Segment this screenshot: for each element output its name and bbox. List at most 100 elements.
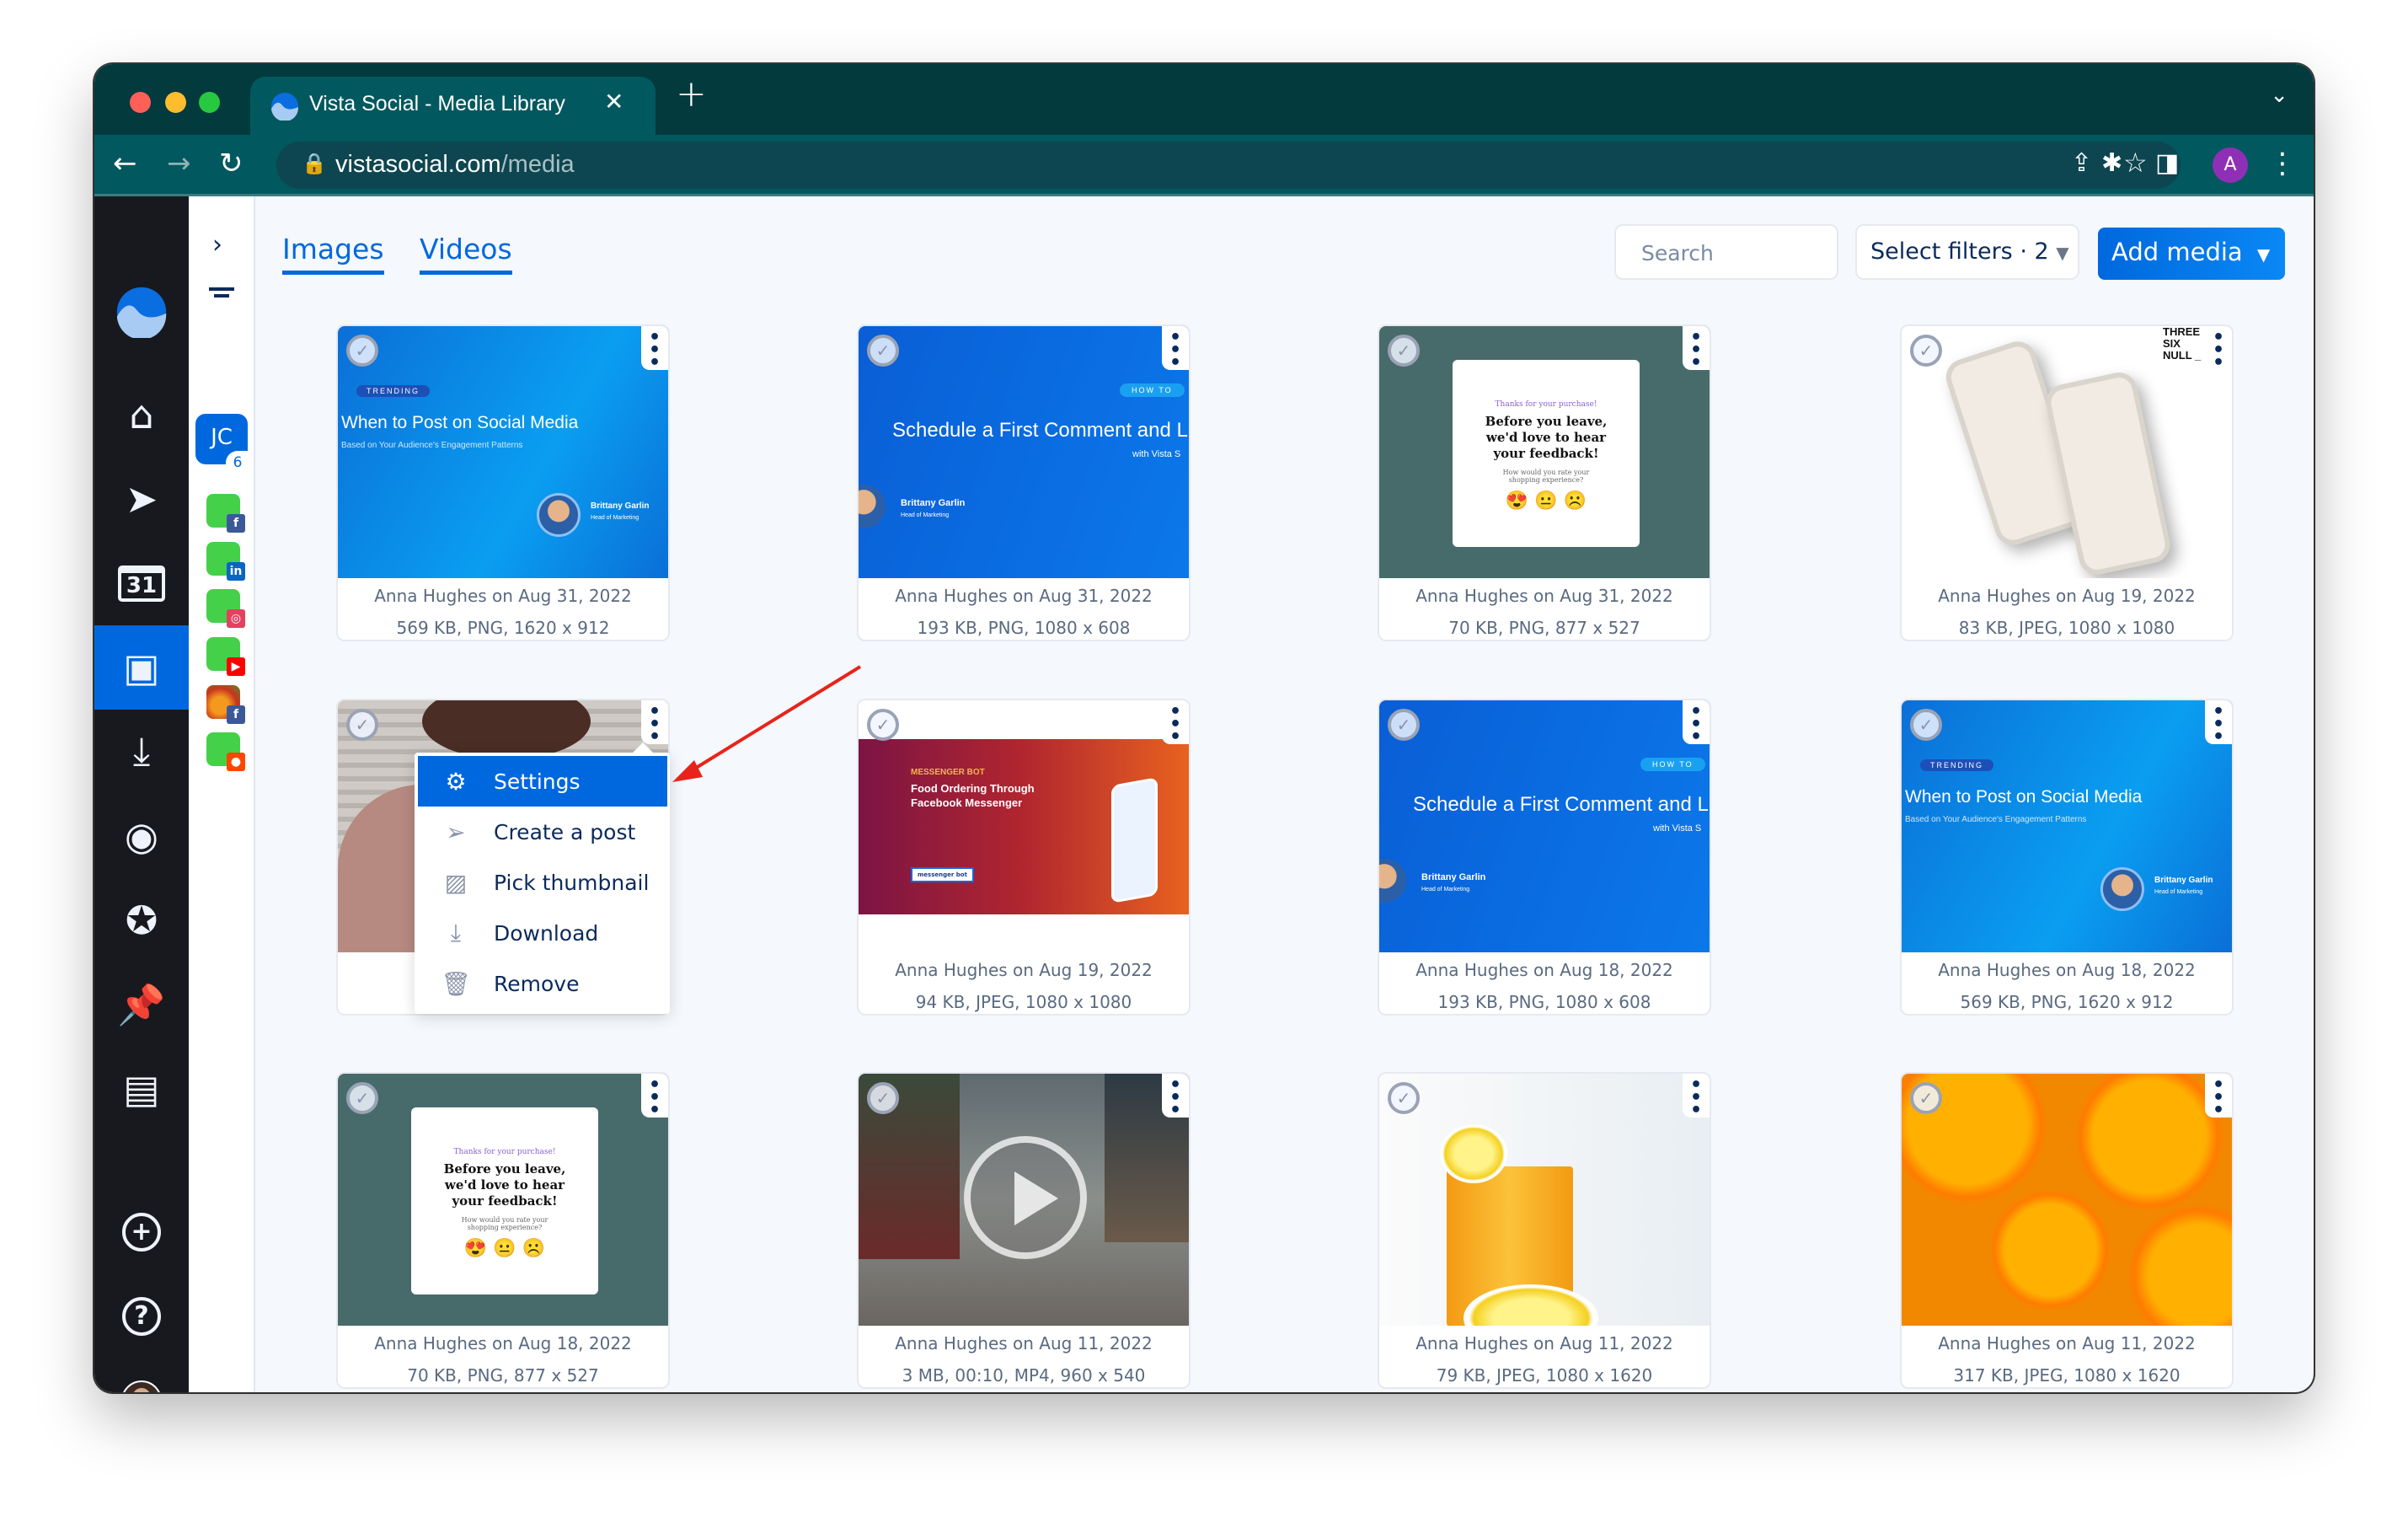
- media-thumbnail[interactable]: THREE SIX NULL _: [1902, 326, 2232, 578]
- select-checkbox[interactable]: ✓: [1388, 1082, 1420, 1114]
- select-checkbox[interactable]: ✓: [867, 335, 899, 367]
- select-filters-dropdown[interactable]: Select filters · 2 ▼: [1855, 224, 2079, 280]
- media-card[interactable]: ✓ • • • Anna Hughes on Aug 11, 2022 317 KB, J…: [1900, 1072, 2234, 1389]
- profile-facebook[interactable]: f: [206, 685, 245, 724]
- select-checkbox[interactable]: ✓: [1910, 335, 1942, 367]
- reload-icon[interactable]: ↻: [219, 145, 243, 182]
- more-options-icon[interactable]: • • •: [1683, 700, 1710, 747]
- media-thumbnail[interactable]: [1379, 1074, 1710, 1326]
- select-checkbox[interactable]: ✓: [1388, 709, 1420, 741]
- minimize-window-button[interactable]: [165, 92, 186, 113]
- menu-item-settings[interactable]: ⚙ Settings: [418, 756, 667, 807]
- select-checkbox[interactable]: ✓: [1910, 1082, 1942, 1114]
- tab-videos[interactable]: Videos: [420, 233, 512, 275]
- media-thumbnail[interactable]: MESSENGER BOT Food Ordering Through Faceb…: [859, 700, 1189, 952]
- play-icon[interactable]: [964, 1136, 1087, 1259]
- more-options-icon[interactable]: • • •: [1162, 326, 1189, 373]
- media-card[interactable]: ✓ • • • Anna Hughes on Aug 11, 2022 3 MB, 00:…: [857, 1072, 1191, 1389]
- menu-item-download[interactable]: ⤓ Download: [418, 908, 667, 958]
- more-options-icon[interactable]: • • •: [2205, 700, 2232, 747]
- sidebar-item-home[interactable]: ⌂: [94, 373, 189, 457]
- media-card[interactable]: THREE SIX NULL _ ✓ • • • Anna Hughes on Aug 1…: [1900, 324, 2234, 641]
- media-thumbnail[interactable]: HOW TO Schedule a First Comment and Lwith…: [1379, 700, 1710, 952]
- profile-reddit[interactable]: ●: [206, 732, 245, 771]
- report-icon: ▤: [123, 1066, 160, 1112]
- media-card[interactable]: MESSENGER BOT Food Ordering Through Faceb…: [857, 699, 1191, 1016]
- menu-item-create-a-post[interactable]: ➢ Create a post: [418, 807, 667, 857]
- media-thumbnail[interactable]: Thanks for your purchase! Before you leav…: [338, 1074, 668, 1326]
- add-media-button[interactable]: Add media ▼: [2098, 228, 2285, 280]
- new-tab-icon[interactable]: +: [676, 72, 707, 115]
- more-options-icon[interactable]: ⋮: [2268, 145, 2297, 182]
- more-options-icon[interactable]: • • •: [1162, 700, 1189, 747]
- select-checkbox[interactable]: ✓: [346, 1082, 378, 1114]
- tab-images[interactable]: Images: [282, 233, 384, 275]
- sidebar-item-paper-plane[interactable]: ➤: [94, 457, 189, 541]
- media-card[interactable]: Thanks for your purchase! Before you leav…: [1378, 324, 1711, 641]
- more-options-icon[interactable]: • • •: [641, 700, 668, 747]
- media-uploader-date: Anna Hughes on Aug 31, 2022: [1415, 586, 1673, 606]
- vista-social-logo[interactable]: [94, 270, 189, 354]
- more-options-icon[interactable]: • • •: [1162, 1074, 1189, 1120]
- share-icon[interactable]: ⇪: [2071, 148, 2092, 178]
- sidebar-toggle-icon[interactable]: ◨: [2155, 145, 2179, 182]
- profile-facebook[interactable]: f: [206, 494, 245, 533]
- profile-linkedin[interactable]: in: [206, 542, 245, 581]
- profile-group-jc[interactable]: JC 6: [195, 414, 249, 473]
- more-options-icon[interactable]: • • •: [1683, 326, 1710, 373]
- menu-item-pick-thumbnail[interactable]: ▨ Pick thumbnail: [418, 857, 667, 908]
- more-options-icon[interactable]: • • •: [2205, 326, 2232, 373]
- profile-instagram[interactable]: ◎: [206, 589, 245, 628]
- user-avatar[interactable]: [94, 1359, 189, 1392]
- media-thumbnail[interactable]: HOW TO Schedule a First Comment and Lwith…: [859, 326, 1189, 578]
- media-card[interactable]: Thanks for your purchase! Before you leav…: [336, 1072, 670, 1389]
- more-options-icon[interactable]: • • •: [641, 1074, 668, 1120]
- close-tab-icon[interactable]: ✕: [604, 88, 623, 115]
- search-input[interactable]: Search: [1614, 224, 1838, 280]
- select-checkbox[interactable]: ✓: [346, 335, 378, 367]
- chevron-down-icon[interactable]: ⌄: [2270, 83, 2288, 108]
- more-options-icon[interactable]: • • •: [641, 326, 668, 373]
- media-thumbnail[interactable]: TRENDING When to Post on Social Media Base…: [338, 326, 668, 578]
- more-options-icon[interactable]: • • •: [1683, 1074, 1710, 1120]
- media-card[interactable]: HOW TO Schedule a First Comment and Lwith…: [1378, 699, 1711, 1016]
- profile-count-badge: 6: [226, 451, 249, 473]
- media-card[interactable]: ✓ • • • Anna Hughes on Aug 11, 2022 79 KB, JP…: [1378, 1072, 1711, 1389]
- media-thumbnail[interactable]: [859, 1074, 1189, 1326]
- select-checkbox[interactable]: ✓: [1910, 709, 1942, 741]
- sidebar-item-report[interactable]: ▤: [94, 1047, 189, 1131]
- back-icon[interactable]: ←: [113, 145, 137, 182]
- sidebar-item-image[interactable]: ▣: [94, 625, 189, 710]
- media-thumbnail[interactable]: Thanks for your purchase! Before you leav…: [1379, 326, 1710, 578]
- profile-avatar[interactable]: A: [2213, 147, 2248, 183]
- plus-circle-icon[interactable]: +: [94, 1190, 189, 1274]
- extensions-icon[interactable]: ✱: [2101, 145, 2122, 182]
- media-card[interactable]: TRENDING When to Post on Social Media Base…: [1900, 699, 2234, 1016]
- sidebar-item-pin[interactable]: 📌: [94, 962, 189, 1047]
- browser-tab[interactable]: Vista Social - Media Library ✕: [250, 77, 656, 135]
- profile-youtube[interactable]: ▶: [206, 637, 245, 676]
- address-bar[interactable]: 🔒 vistasocial.com/media ⇪ ☆: [276, 142, 2181, 189]
- sidebar-item-star-badge[interactable]: ✪: [94, 878, 189, 962]
- sidebar-item-calendar[interactable]: 31: [94, 541, 189, 625]
- expand-chevron-icon[interactable]: ›: [212, 230, 222, 260]
- media-thumbnail[interactable]: TRENDING When to Post on Social Media Base…: [1902, 700, 2232, 952]
- help-circle-icon[interactable]: ?: [94, 1274, 189, 1359]
- filter-icon[interactable]: [209, 287, 234, 299]
- sidebar-item-inbox-download[interactable]: ⤓: [94, 710, 189, 794]
- menu-item-remove[interactable]: 🗑 Remove: [418, 958, 667, 1009]
- select-checkbox[interactable]: ✓: [346, 709, 378, 741]
- maximize-window-button[interactable]: [199, 92, 220, 113]
- select-checkbox[interactable]: ✓: [1388, 335, 1420, 367]
- media-card[interactable]: HOW TO Schedule a First Comment and Lwith…: [857, 324, 1191, 641]
- forward-icon[interactable]: →: [167, 145, 191, 182]
- sidebar-item-audio-wave[interactable]: ◉: [94, 794, 189, 878]
- more-options-icon[interactable]: • • •: [2205, 1074, 2232, 1120]
- media-file-info: 569 KB, PNG, 1620 x 912: [396, 618, 610, 638]
- media-card[interactable]: TRENDING When to Post on Social Media Base…: [336, 324, 670, 641]
- media-thumbnail[interactable]: [1902, 1074, 2232, 1326]
- bookmark-star-icon[interactable]: ☆: [2123, 147, 2148, 179]
- select-checkbox[interactable]: ✓: [867, 1082, 899, 1114]
- close-window-button[interactable]: [130, 92, 151, 113]
- select-checkbox[interactable]: ✓: [867, 709, 899, 741]
